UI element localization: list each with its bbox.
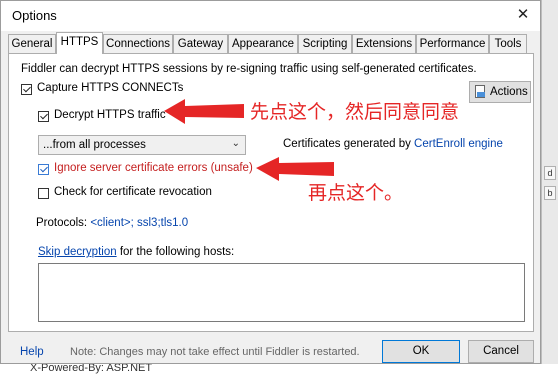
ignore-cert-errors-checkbox[interactable] bbox=[38, 164, 49, 175]
ok-button[interactable]: OK bbox=[382, 340, 460, 363]
https-intro-text: Fiddler can decrypt HTTPS sessions by re… bbox=[21, 63, 477, 75]
certenroll-engine-link[interactable]: CertEnroll engine bbox=[414, 138, 503, 150]
tab-appearance[interactable]: Appearance bbox=[228, 34, 298, 53]
protocols-line: Protocols: <client>; ssl3;tls1.0 bbox=[36, 217, 188, 229]
decrypt-https-checkbox[interactable] bbox=[38, 111, 49, 122]
background-window-edge: d b bbox=[541, 0, 558, 376]
process-filter-select[interactable]: ...from all processes ⌄ bbox=[38, 135, 246, 155]
background-mark: b bbox=[544, 186, 556, 200]
cancel-button[interactable]: Cancel bbox=[468, 340, 534, 363]
tab-scripting[interactable]: Scripting bbox=[298, 34, 352, 53]
protocols-label: Protocols: bbox=[36, 217, 91, 229]
actions-label: Actions bbox=[490, 86, 528, 98]
tab-connections[interactable]: Connections bbox=[103, 34, 173, 53]
annotation-second-step: 再点这个。 bbox=[308, 182, 404, 204]
actions-button[interactable]: Actions bbox=[469, 81, 531, 103]
chevron-down-icon: ⌄ bbox=[231, 138, 240, 149]
tab-performance[interactable]: Performance bbox=[416, 34, 489, 53]
skip-decryption-line: Skip decryption for the following hosts: bbox=[38, 246, 234, 258]
help-link[interactable]: Help bbox=[20, 346, 44, 358]
check-revocation-checkbox[interactable] bbox=[38, 188, 49, 199]
https-panel: Fiddler can decrypt HTTPS sessions by re… bbox=[8, 53, 534, 332]
process-filter-value: ...from all processes bbox=[43, 139, 146, 151]
close-button[interactable]: ✕ bbox=[512, 4, 534, 26]
check-revocation-label[interactable]: Check for certificate revocation bbox=[54, 186, 212, 198]
tab-general[interactable]: General bbox=[8, 34, 56, 53]
certificate-icon bbox=[475, 85, 485, 98]
certificate-generator-text: Certificates generated by CertEnroll eng… bbox=[283, 138, 503, 150]
annotation-first-step: 先点这个，然后同意同意 bbox=[250, 101, 460, 123]
capture-https-checkbox[interactable] bbox=[21, 84, 32, 95]
tab-gateway[interactable]: Gateway bbox=[173, 34, 228, 53]
protocols-link[interactable]: <client>; ssl3;tls1.0 bbox=[90, 217, 188, 229]
background-text-line: X-Powered-By: ASP.NET bbox=[0, 362, 558, 376]
decrypt-https-label[interactable]: Decrypt HTTPS traffic bbox=[54, 109, 166, 121]
background-mark: d bbox=[544, 166, 556, 180]
ignore-cert-errors-label[interactable]: Ignore server certificate errors (unsafe… bbox=[54, 162, 253, 174]
window-title: Options bbox=[12, 8, 57, 23]
options-dialog: Options ✕ General HTTPS Connections Gate… bbox=[0, 0, 541, 364]
certificate-generator-prefix: Certificates generated by bbox=[283, 138, 415, 150]
tab-tools[interactable]: Tools bbox=[489, 34, 527, 53]
skip-decryption-link[interactable]: Skip decryption bbox=[38, 246, 117, 258]
tab-https[interactable]: HTTPS bbox=[56, 32, 103, 54]
title-bar: Options ✕ bbox=[1, 1, 540, 31]
skip-hosts-textarea[interactable] bbox=[38, 263, 525, 322]
tab-extensions[interactable]: Extensions bbox=[352, 34, 416, 53]
skip-decryption-suffix: for the following hosts: bbox=[116, 246, 235, 258]
capture-https-label[interactable]: Capture HTTPS CONNECTs bbox=[37, 82, 183, 94]
restart-note: Note: Changes may not take effect until … bbox=[70, 346, 360, 358]
